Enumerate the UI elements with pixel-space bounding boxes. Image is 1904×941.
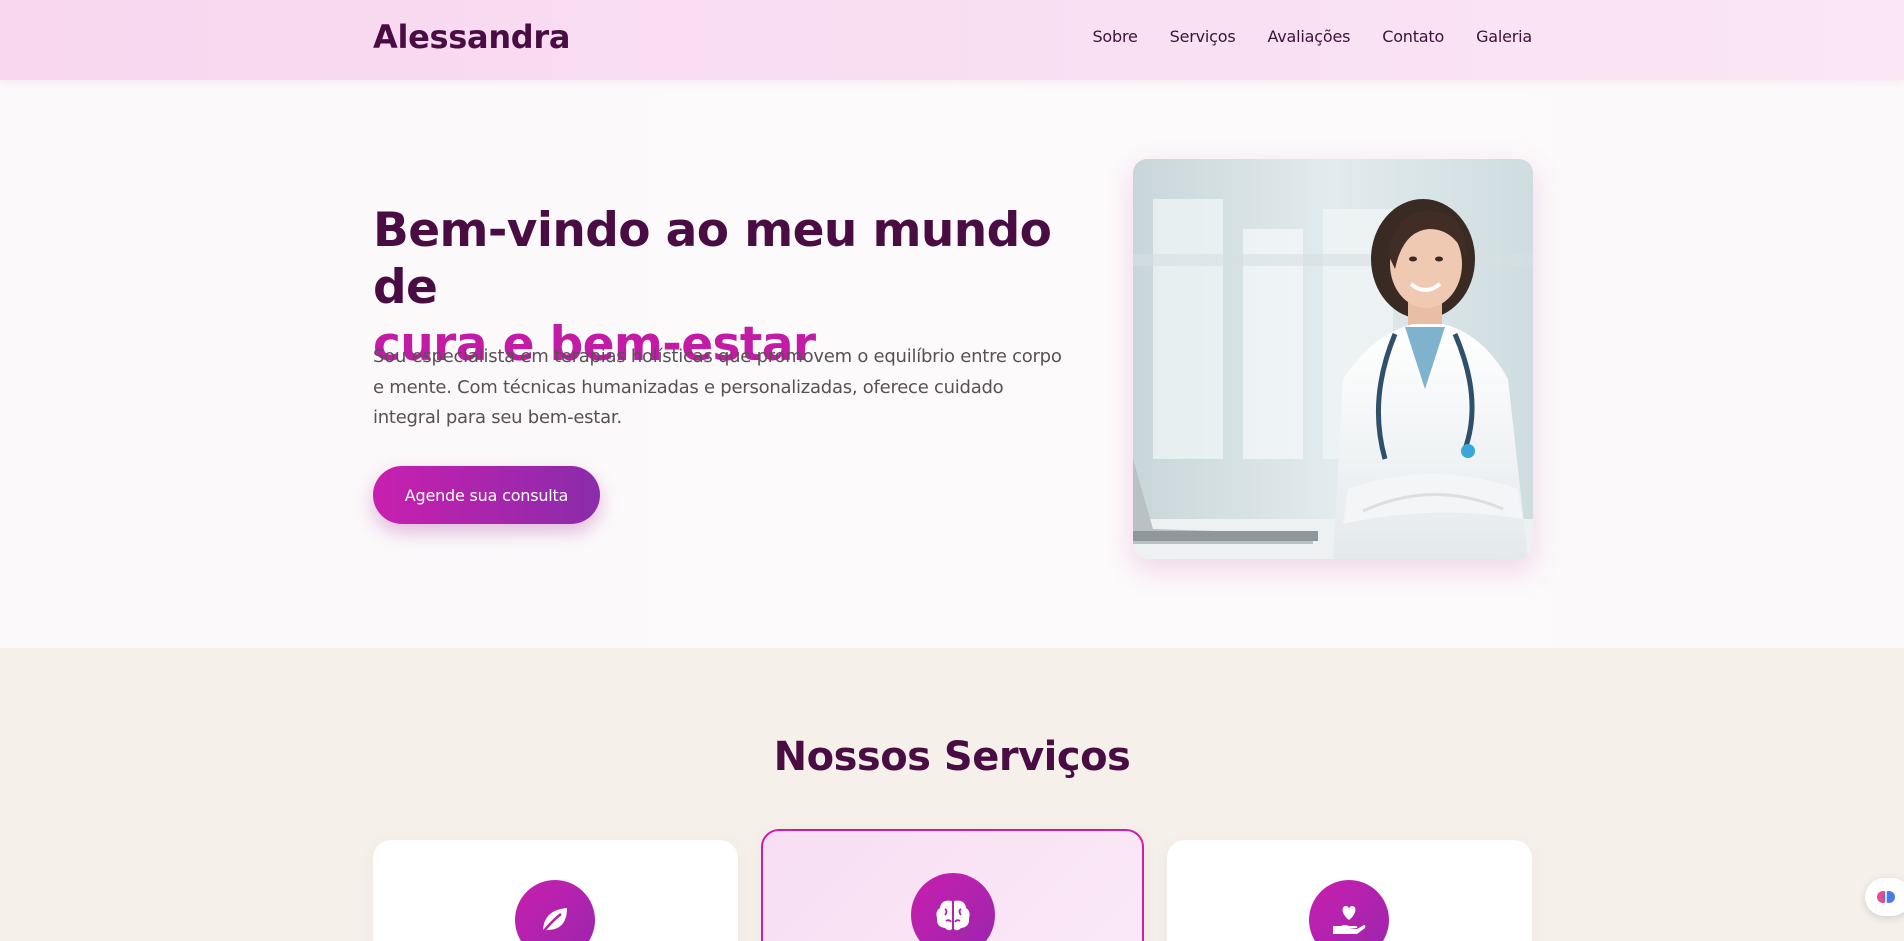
nav-link-galeria[interactable]: Galeria: [1476, 27, 1532, 46]
brain-icon: [1877, 891, 1895, 903]
hero-section: Bem-vindo ao meu mundo de cura e bem-est…: [0, 80, 1904, 648]
service-card[interactable]: [373, 840, 738, 941]
hero-title-line1: Bem-vindo ao meu mundo de: [373, 203, 1052, 315]
main-nav: Sobre Serviços Avaliações Contato Galeri…: [1092, 27, 1532, 46]
hero-photo: [1133, 159, 1533, 559]
book-consultation-button[interactable]: Agende sua consulta: [373, 466, 600, 524]
floating-assistant-button[interactable]: [1865, 878, 1904, 916]
nav-link-avaliacoes[interactable]: Avaliações: [1267, 27, 1350, 46]
service-card[interactable]: [1167, 840, 1532, 941]
services-section-title: Nossos Serviços: [773, 734, 1131, 780]
doctor-photo-illustration: [1133, 159, 1533, 559]
brain-icon: [911, 873, 995, 941]
nav-link-sobre[interactable]: Sobre: [1092, 27, 1137, 46]
site-logo[interactable]: Alessandra: [373, 18, 571, 56]
hand-heart-icon: [1309, 880, 1389, 941]
site-header: Alessandra Sobre Serviços Avaliações Con…: [0, 0, 1904, 80]
service-card-highlighted[interactable]: [761, 829, 1144, 941]
hero-description: Sou especialista em terapias holísticas …: [373, 346, 1062, 428]
nav-link-servicos[interactable]: Serviços: [1170, 27, 1236, 46]
leaf-icon: [515, 880, 595, 941]
nav-link-contato[interactable]: Contato: [1382, 27, 1444, 46]
